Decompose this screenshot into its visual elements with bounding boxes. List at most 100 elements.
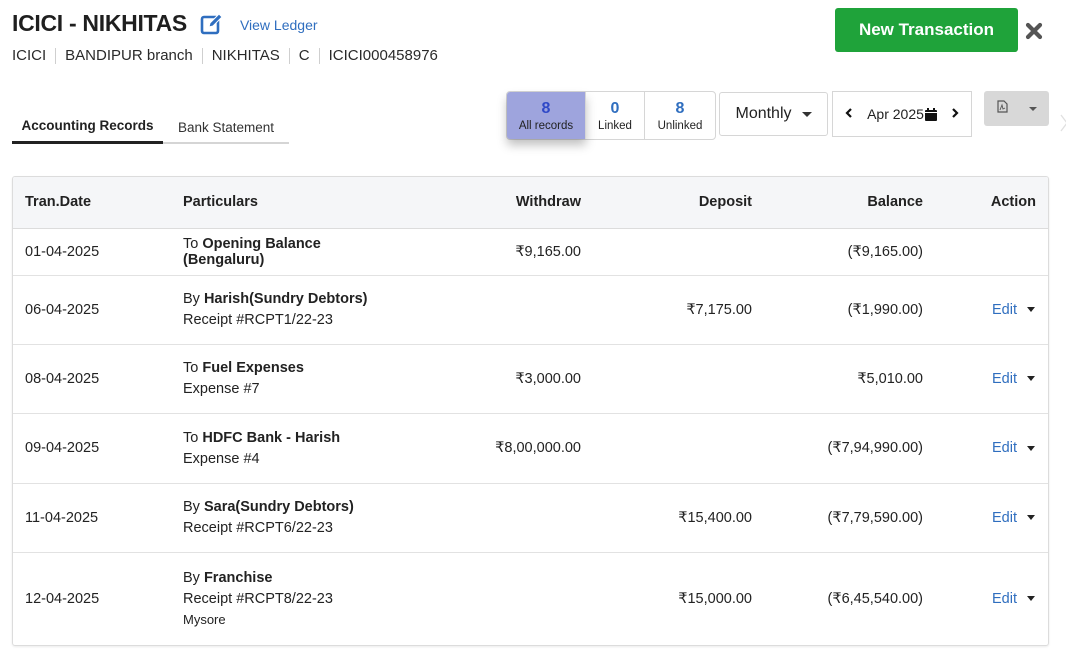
cell-particulars: By Harish(Sundry Debtors) Receipt #RCPT1/… — [183, 275, 383, 345]
edit-link[interactable]: Edit — [992, 510, 1017, 526]
entry-prefix: To — [183, 429, 199, 446]
scroll-right-icon[interactable] — [1057, 113, 1066, 133]
row-actions-dropdown-icon[interactable] — [1027, 307, 1035, 312]
cell-date: 01-04-2025 — [13, 228, 183, 276]
cell-date: 08-04-2025 — [13, 344, 183, 414]
export-pdf-button[interactable] — [984, 91, 1049, 126]
cell-withdraw — [383, 552, 581, 645]
particulars-main: To HDFC Bank - Harish — [183, 430, 383, 446]
col-header-balance[interactable]: Balance — [752, 177, 923, 229]
divider — [55, 47, 57, 64]
cell-particulars: By Franchise Receipt #RCPT8/22-23 Mysore — [183, 552, 383, 645]
meta-ifsc: ICICI000458976 — [328, 47, 438, 64]
divider — [288, 47, 290, 64]
meta-holder: NIKHITAS — [211, 47, 280, 64]
account-name: Opening Balance (Bengaluru) — [183, 235, 321, 268]
cell-balance: (₹7,79,590.00) — [752, 483, 923, 553]
cell-particulars: By Sara(Sundry Debtors) Receipt #RCPT6/22… — [183, 483, 383, 553]
cell-action — [923, 228, 1048, 276]
edit-link[interactable]: Edit — [992, 591, 1017, 607]
cell-withdraw: ₹9,165.00 — [383, 228, 581, 276]
new-transaction-button[interactable]: New Transaction — [835, 8, 1018, 52]
all-records-label: All records — [518, 119, 574, 132]
tab-accounting-records[interactable]: Accounting Records — [12, 110, 163, 144]
next-month-button[interactable] — [951, 106, 959, 122]
col-header-date[interactable]: Tran.Date — [13, 177, 183, 229]
month-navigator: Apr 2025 — [832, 91, 972, 137]
cell-balance: (₹6,45,540.00) — [827, 590, 923, 607]
cell-withdraw: ₹3,000.00 — [383, 344, 581, 414]
cell-deposit — [581, 228, 752, 276]
row-actions-dropdown-icon[interactable] — [1027, 376, 1035, 381]
meta-bank: ICICI — [12, 47, 47, 64]
cell-deposit: ₹15,400.00 — [581, 483, 752, 553]
voucher-ref: Expense #7 — [183, 381, 260, 397]
unlinked-label: Unlinked — [657, 119, 703, 132]
table-row: 09-04-2025 To HDFC Bank - Harish Expense #… — [13, 413, 1048, 484]
divider — [318, 47, 320, 64]
view-ledger-link[interactable]: View Ledger — [240, 17, 318, 33]
calendar-icon — [924, 107, 937, 121]
cell-date: 06-04-2025 — [13, 275, 183, 345]
row-actions-dropdown-icon[interactable] — [1027, 596, 1035, 602]
entry-note: Mysore — [183, 612, 226, 628]
edit-link[interactable]: Edit — [992, 302, 1017, 318]
transactions-table: Tran.Date Particulars Withdraw Deposit B… — [12, 176, 1049, 646]
table-row: 06-04-2025 By Harish(Sundry Debtors) Recei… — [13, 275, 1048, 345]
particulars-main: By Sara(Sundry Debtors) — [183, 499, 383, 515]
row-actions-dropdown-icon[interactable] — [1027, 515, 1035, 520]
unlinked-count: 8 — [675, 99, 685, 117]
month-label: Apr 2025 — [867, 106, 924, 122]
prev-month-button[interactable] — [845, 106, 853, 122]
tab-bank-statement[interactable]: Bank Statement — [163, 110, 289, 144]
account-name: Sara(Sundry Debtors) — [203, 499, 354, 515]
particulars-main: To Opening Balance (Bengaluru) — [183, 236, 383, 268]
all-records-count: 8 — [541, 99, 551, 117]
cell-action: Edit — [923, 275, 1048, 345]
page-title: ICICI - NIKHITAS — [12, 10, 187, 36]
col-header-particulars[interactable]: Particulars — [183, 177, 383, 229]
table-row: 01-04-2025 To Opening Balance (Bengaluru)… — [13, 228, 1048, 276]
entry-prefix: To — [183, 360, 199, 376]
col-header-deposit[interactable]: Deposit — [581, 177, 752, 229]
chevron-down-icon — [801, 111, 812, 117]
col-header-withdraw[interactable]: Withdraw — [383, 177, 581, 229]
edit-icon[interactable] — [200, 12, 224, 36]
voucher-ref: Receipt #RCPT1/22-23 — [183, 312, 333, 328]
edit-link[interactable]: Edit — [992, 371, 1017, 387]
period-select[interactable]: Monthly — [719, 92, 828, 136]
particulars-main: By Harish(Sundry Debtors) — [183, 291, 383, 307]
entry-prefix: By — [183, 499, 200, 515]
cell-date: 09-04-2025 — [13, 413, 183, 484]
account-name: Fuel Expenses — [202, 360, 304, 376]
cell-deposit: ₹15,000.00 — [678, 590, 752, 607]
cell-deposit — [581, 344, 752, 414]
cell-date: 11-04-2025 — [13, 483, 183, 553]
cell-particulars: To Fuel Expenses Expense #7 — [183, 344, 383, 414]
row-actions-dropdown-icon[interactable] — [1027, 445, 1035, 451]
filter-all-records[interactable]: 8 All records — [507, 92, 586, 139]
cell-deposit: ₹7,175.00 — [581, 275, 752, 345]
linked-count: 0 — [610, 99, 620, 117]
edit-link[interactable]: Edit — [992, 440, 1017, 456]
table-row: 08-04-2025 To Fuel Expenses Expense #7 ₹3,0… — [13, 344, 1048, 414]
col-header-action: Action — [923, 177, 1048, 229]
voucher-ref: Expense #4 — [183, 450, 260, 467]
entry-prefix: By — [183, 291, 200, 307]
filter-linked[interactable]: 0 Linked — [586, 92, 645, 139]
linked-label: Linked — [598, 119, 632, 132]
account-meta: ICICI BANDIPUR branch NIKHITAS C ICICI00… — [12, 47, 438, 64]
meta-branch: BANDIPUR branch — [65, 47, 193, 64]
cell-balance: (₹9,165.00) — [752, 228, 923, 276]
cell-withdraw — [383, 483, 581, 553]
close-icon[interactable] — [1023, 20, 1045, 42]
filter-unlinked[interactable]: 8 Unlinked — [645, 92, 715, 139]
cell-particulars: To Opening Balance (Bengaluru) — [183, 228, 383, 276]
particulars-main: To Fuel Expenses — [183, 360, 383, 376]
entry-prefix: To — [183, 235, 199, 252]
cell-balance: (₹7,94,990.00) — [752, 413, 923, 484]
record-filter-group: 8 All records 0 Linked 8 Unlinked — [506, 91, 716, 140]
particulars-main: By Franchise — [183, 570, 383, 586]
title-row: ICICI - NIKHITAS View Ledger — [12, 10, 318, 37]
month-picker[interactable]: Apr 2025 — [867, 106, 937, 122]
